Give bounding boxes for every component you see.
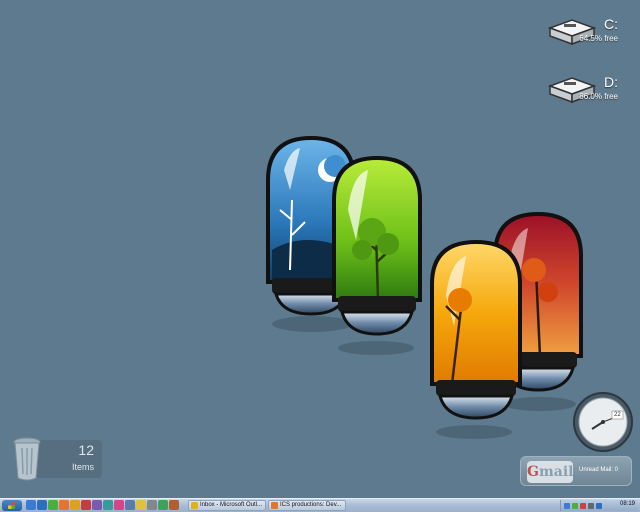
- app-icon[interactable]: [136, 500, 146, 510]
- app-icon[interactable]: [81, 500, 91, 510]
- clock-date: 22: [614, 412, 621, 418]
- network-icon[interactable]: [596, 502, 602, 509]
- recycle-bin-gadget[interactable]: 12 Items: [10, 432, 102, 484]
- show-desktop-icon[interactable]: [26, 500, 36, 510]
- summer-bulb: [430, 239, 522, 420]
- taskbar-button-label: Inbox - Microsoft Outl...: [200, 502, 263, 508]
- app-icon[interactable]: [103, 500, 113, 510]
- drive-letter: D:: [604, 74, 618, 90]
- internet-explorer-icon[interactable]: [37, 500, 47, 510]
- system-tray: 08:19: [560, 500, 638, 511]
- drive-free-space: 86.0% free: [579, 92, 618, 101]
- drive-c-gadget[interactable]: C: 64.5% free: [546, 14, 636, 54]
- media-player-icon[interactable]: [48, 500, 58, 510]
- app-icon[interactable]: [125, 500, 135, 510]
- tray-icon[interactable]: [572, 502, 578, 509]
- recycle-bin-panel: 12 Items: [36, 440, 102, 478]
- taskbar-button-firefox[interactable]: ICS productions: Dev...: [268, 500, 346, 511]
- clock-gadget[interactable]: 22: [572, 391, 634, 453]
- app-icon[interactable]: [147, 500, 157, 510]
- taskbar-button-label: ICS productions: Dev...: [280, 502, 342, 508]
- outlook-icon: [191, 502, 198, 509]
- start-button[interactable]: [2, 500, 22, 511]
- app-icon[interactable]: [158, 500, 168, 510]
- app-icon[interactable]: [169, 500, 179, 510]
- drive-d-gadget[interactable]: D: 86.0% free: [546, 72, 636, 112]
- drive-free-space: 64.5% free: [579, 34, 618, 43]
- quick-launch-bar: [26, 500, 179, 511]
- app-icon[interactable]: [114, 500, 124, 510]
- taskbar-button-outlook[interactable]: Inbox - Microsoft Outl...: [188, 500, 266, 511]
- app-icon[interactable]: [92, 500, 102, 510]
- drive-letter: C:: [604, 16, 618, 32]
- hard-drive-icon: [547, 77, 596, 104]
- firefox-icon[interactable]: [59, 500, 69, 510]
- four-seasons-wallpaper: [266, 135, 583, 439]
- taskbar: Inbox - Microsoft Outl... ICS production…: [0, 498, 640, 512]
- gmail-logo-g: G: [527, 464, 539, 480]
- tray-clock[interactable]: 08:19: [620, 501, 635, 507]
- recycle-bin-count: 12: [78, 442, 94, 458]
- firefox-icon: [271, 502, 278, 509]
- folder-icon[interactable]: [70, 500, 80, 510]
- hard-drive-icon: [547, 19, 596, 46]
- gmail-gadget[interactable]: Gmail Unread Mail: 0: [520, 456, 632, 486]
- gmail-logo-rest: mail: [538, 464, 574, 480]
- tray-icon[interactable]: [564, 502, 570, 509]
- volume-icon[interactable]: [588, 502, 594, 509]
- clock-icon: [573, 392, 633, 452]
- gmail-icon: Gmail: [527, 461, 574, 483]
- gmail-unread-count: Unread Mail: 0: [579, 467, 619, 473]
- desktop[interactable]: C: 64.5% free D: 86.0% free 12 Items 22 …: [0, 0, 640, 498]
- recycle-bin-label: Items: [71, 462, 94, 472]
- recycle-bin-icon: [13, 437, 41, 481]
- spring-bulb: [332, 155, 422, 336]
- tray-icon[interactable]: [580, 502, 586, 509]
